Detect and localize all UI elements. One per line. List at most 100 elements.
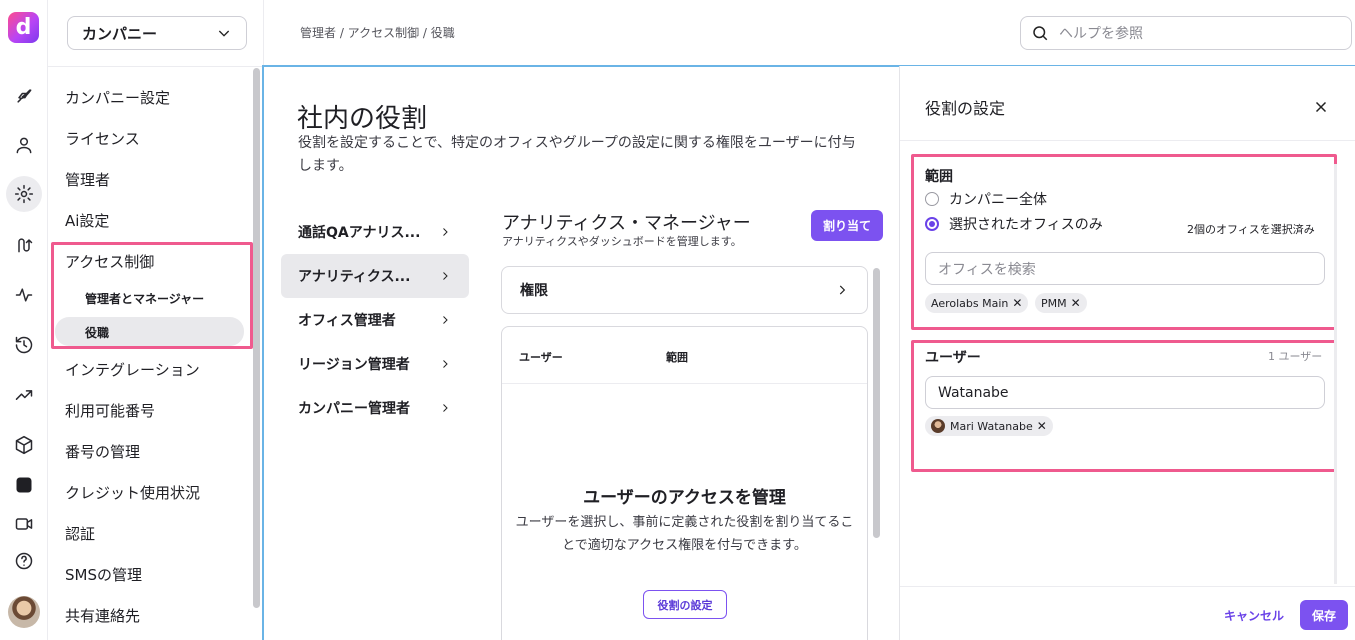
panel-title: 役割の設定: [925, 99, 1006, 118]
role-item-region-admin[interactable]: リージョン管理者: [281, 342, 469, 386]
user-count: 1 ユーザー: [1268, 350, 1323, 363]
highlight-frame-access-control: [51, 242, 253, 349]
activity-icon[interactable]: [8, 279, 40, 311]
sidebar-item-admins[interactable]: 管理者: [65, 169, 110, 190]
remove-chip-icon[interactable]: ✕: [1071, 296, 1081, 310]
panel-divider: [900, 140, 1355, 141]
permissions-card[interactable]: 権限: [501, 266, 868, 314]
dialpad-ai-icon[interactable]: [8, 469, 40, 501]
role-detail-title: アナリティクス・マネージャー: [502, 213, 751, 234]
rocket-icon[interactable]: [8, 80, 40, 112]
focus-outline-left: [262, 65, 264, 640]
page-title: 社内の役割: [297, 104, 428, 134]
sidebar-item-sms-management[interactable]: SMSの管理: [65, 564, 142, 585]
panel-footer-divider: [900, 586, 1355, 587]
chevron-right-icon: [443, 228, 448, 236]
office-search-placeholder: オフィスを検索: [938, 261, 1036, 278]
sidebar-scrollbar[interactable]: [253, 68, 260, 608]
scope-option-company-wide[interactable]: カンパニー全体: [925, 189, 1047, 209]
role-item-label: カンパニー管理者: [298, 401, 410, 417]
role-item-office-admin[interactable]: オフィス管理者: [281, 298, 469, 342]
chevron-right-icon: [443, 404, 448, 412]
sidebar-item-number-management[interactable]: 番号の管理: [65, 441, 140, 462]
video-icon[interactable]: [8, 508, 40, 540]
users-table-header: ユーザー 範囲: [502, 327, 867, 384]
column-header-scope: 範囲: [666, 351, 688, 364]
help-icon[interactable]: [8, 545, 40, 577]
dialpad-logo[interactable]: d: [8, 12, 39, 43]
sidebar-item-company-settings[interactable]: カンパニー設定: [65, 87, 170, 108]
sidebar-item-shared-contacts[interactable]: 共有連絡先: [65, 605, 140, 626]
sidebar-divider: [48, 66, 264, 67]
office-chip: Aerolabs Main ✕: [925, 293, 1029, 313]
chevron-right-icon: [839, 285, 846, 295]
routing-icon[interactable]: [8, 229, 40, 261]
sidebar-item-licenses[interactable]: ライセンス: [65, 128, 140, 149]
role-item-call-qa[interactable]: 通話QAアナリス...: [281, 210, 469, 254]
help-search-input[interactable]: ヘルプを参照: [1020, 16, 1352, 50]
gear-icon[interactable]: [6, 176, 42, 212]
chip-label: Mari Watanabe: [950, 419, 1033, 433]
sidebar-item-available-numbers[interactable]: 利用可能番号: [65, 400, 155, 421]
chevron-right-icon: [443, 360, 448, 368]
remove-chip-icon[interactable]: ✕: [1037, 419, 1047, 433]
history-icon[interactable]: [8, 329, 40, 361]
role-item-analytics[interactable]: アナリティクス...: [281, 254, 469, 298]
user-chip: Mari Watanabe ✕: [925, 416, 1053, 436]
page-description: 役割を設定することで、特定のオフィスやグループの設定に関する権限をユーザーに付与…: [298, 135, 856, 174]
user-chip-avatar: [931, 419, 945, 433]
trending-icon[interactable]: [8, 379, 40, 411]
role-settings-panel: 役割の設定 範囲 カンパニー全体 選択されたオフィスのみ 2個のオフィスを選択済…: [899, 66, 1355, 640]
role-item-label: アナリティクス...: [298, 269, 411, 285]
column-header-user: ユーザー: [519, 351, 563, 364]
main-scrollbar[interactable]: [873, 268, 880, 538]
office-count: 2個のオフィスを選択済み: [1187, 223, 1315, 236]
chip-label: Aerolabs Main: [931, 296, 1009, 310]
role-item-label: オフィス管理者: [298, 313, 396, 329]
sidebar-item-credit-usage[interactable]: クレジット使用状況: [65, 482, 200, 503]
role-item-label: リージョン管理者: [298, 357, 410, 373]
role-item-label: 通話QAアナリス...: [298, 225, 421, 241]
empty-state-description: ユーザーを選択し、事前に定義された役割を割り当てることで適切なアクセス権限を付与…: [515, 515, 854, 553]
close-button[interactable]: [1312, 98, 1330, 116]
role-setting-button[interactable]: 役割の設定: [643, 590, 727, 619]
company-select[interactable]: カンパニー: [67, 16, 247, 50]
office-chip: PMM ✕: [1035, 293, 1087, 313]
search-icon: [1033, 26, 1048, 41]
settings-sidebar: カンパニー カンパニー設定 ライセンス 管理者 Ai設定 アクセス制御 管理者と…: [48, 0, 264, 640]
radio-label: 選択されたオフィスのみ: [949, 217, 1103, 233]
company-select-value: カンパニー: [82, 24, 158, 43]
role-detail-subtitle: アナリティクスやダッシュボードを管理します。: [502, 235, 742, 248]
chevron-right-icon: [443, 272, 448, 280]
role-item-company-admin[interactable]: カンパニー管理者: [281, 386, 469, 430]
permissions-label: 権限: [520, 283, 548, 299]
assign-button[interactable]: 割り当て: [811, 210, 883, 241]
help-search-placeholder: ヘルプを参照: [1059, 26, 1143, 42]
radio-checked[interactable]: [925, 217, 939, 231]
radio-label: カンパニー全体: [949, 192, 1047, 208]
scope-option-selected-offices[interactable]: 選択されたオフィスのみ: [925, 214, 1103, 234]
chevron-down-icon: [218, 30, 230, 37]
chevron-right-icon: [443, 316, 448, 324]
cube-icon[interactable]: [8, 429, 40, 461]
cancel-button[interactable]: キャンセル: [1224, 607, 1284, 624]
remove-chip-icon[interactable]: ✕: [1012, 296, 1022, 310]
user-avatar[interactable]: [8, 596, 40, 628]
user-search-value: Watanabe: [938, 384, 1009, 401]
user-icon[interactable]: [8, 129, 40, 161]
sidebar-item-ai-settings[interactable]: Ai設定: [65, 210, 109, 231]
user-search-input[interactable]: Watanabe: [925, 376, 1325, 409]
empty-state-title: ユーザーのアクセスを管理: [583, 488, 786, 508]
chip-label: PMM: [1041, 296, 1067, 310]
sidebar-item-integrations[interactable]: インテグレーション: [65, 359, 200, 380]
scope-label: 範囲: [925, 169, 953, 185]
close-icon: [1315, 101, 1327, 113]
breadcrumb: 管理者 / アクセス制御 / 役職: [300, 26, 455, 40]
app-rail: d: [0, 0, 48, 640]
users-table-card: ユーザー 範囲 ユーザーのアクセスを管理 ユーザーを選択し、事前に定義された役割…: [501, 326, 868, 640]
office-search-input[interactable]: オフィスを検索: [925, 252, 1325, 285]
save-button[interactable]: 保存: [1300, 600, 1348, 630]
panel-scrollbar[interactable]: [1334, 164, 1337, 584]
radio-unchecked[interactable]: [925, 192, 939, 206]
sidebar-item-authentication[interactable]: 認証: [65, 523, 95, 544]
